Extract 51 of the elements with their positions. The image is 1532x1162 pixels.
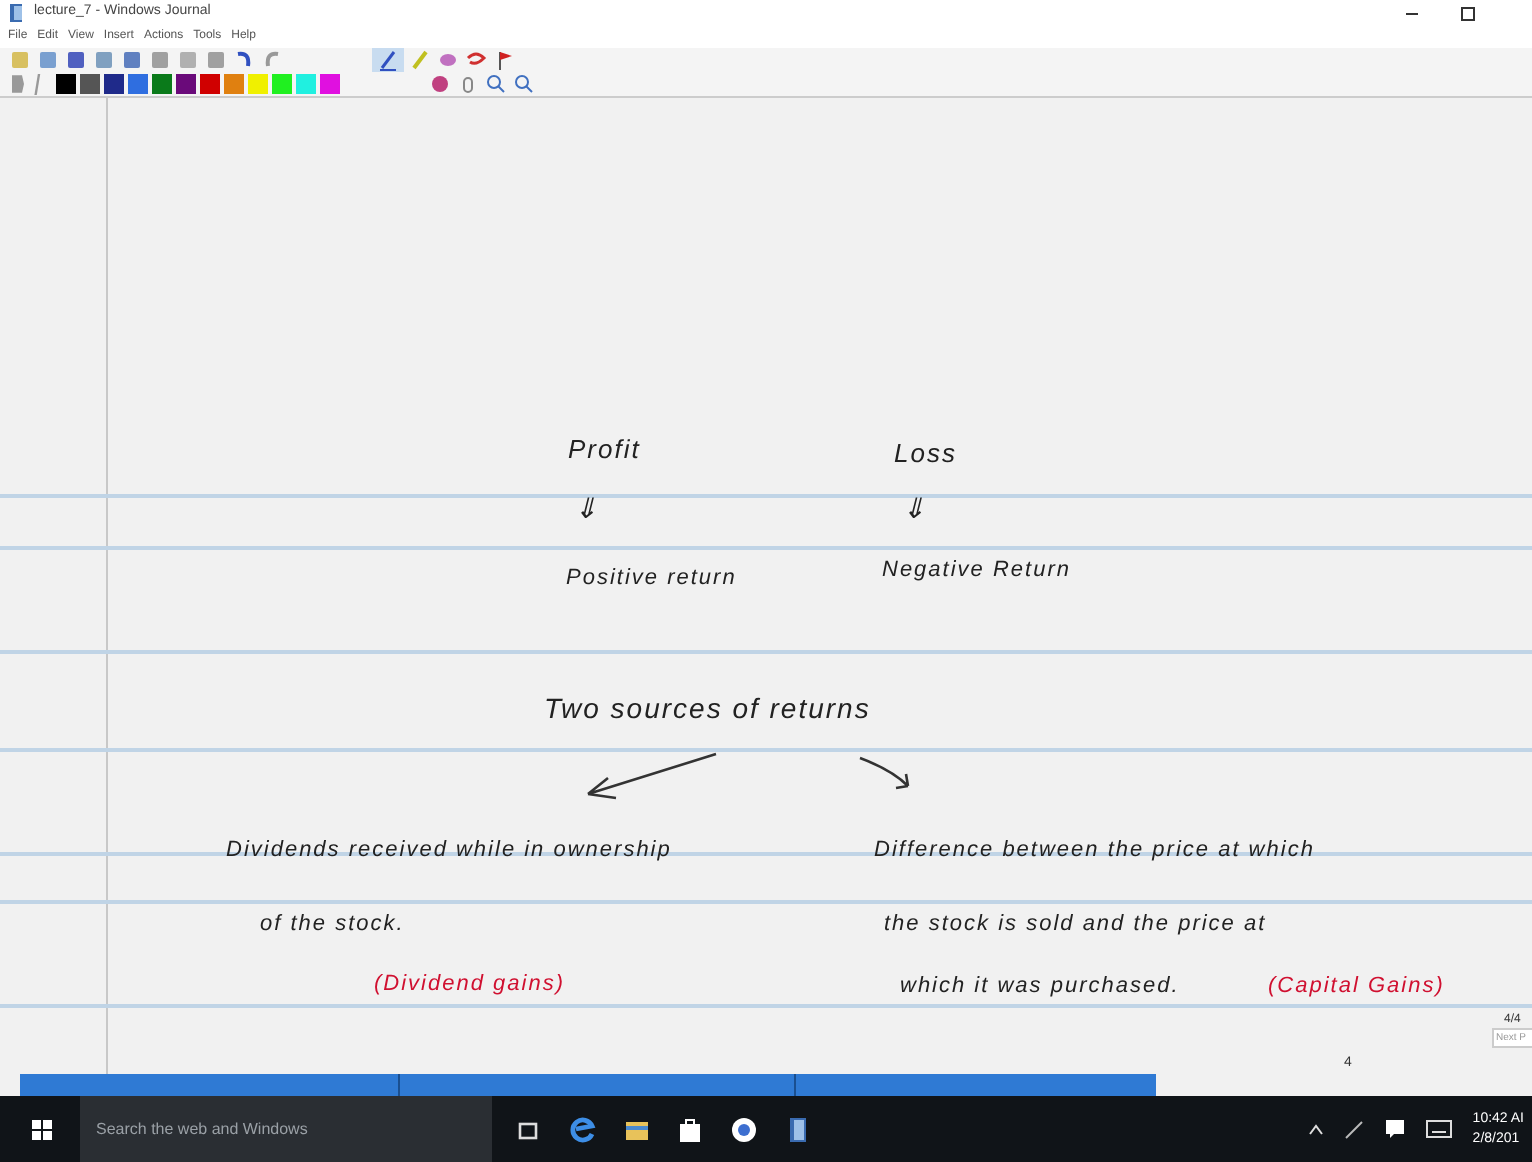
handwritten-note: Negative Return <box>882 556 1071 586</box>
handwritten-note: Dividends received while in ownership <box>226 836 672 866</box>
eraser-icon[interactable] <box>436 48 460 72</box>
color-swatch[interactable] <box>248 74 268 94</box>
chevron-up-icon[interactable] <box>1308 1121 1325 1137</box>
toolbar-icon[interactable] <box>120 48 144 72</box>
color-swatch[interactable] <box>224 74 244 94</box>
color-swatch[interactable] <box>152 74 172 94</box>
journal-app-icon[interactable] <box>786 1115 810 1143</box>
color-swatch[interactable] <box>56 74 76 94</box>
pen-button[interactable] <box>372 48 404 72</box>
handwritten-note: ⇓ <box>574 490 600 528</box>
windows-start-icon[interactable] <box>32 1119 52 1139</box>
color-swatch[interactable] <box>296 74 316 94</box>
handwritten-note: Positive return <box>566 564 737 594</box>
shopping-bag-icon[interactable] <box>678 1116 702 1142</box>
message-icon[interactable] <box>1384 1118 1407 1140</box>
color-swatch[interactable] <box>128 74 148 94</box>
color-swatch[interactable] <box>176 74 196 94</box>
network-icon[interactable] <box>1344 1119 1365 1139</box>
handwritten-note: ⇓ <box>902 490 928 528</box>
toolbar-icon[interactable] <box>92 48 116 72</box>
handwritten-note: (Capital Gains) <box>1268 972 1445 1002</box>
handwritten-note: Profit <box>568 432 641 468</box>
handwritten-note: (Dividend gains) <box>374 970 565 1000</box>
maximize-icon[interactable] <box>1460 5 1476 21</box>
folder-icon[interactable] <box>624 1117 650 1141</box>
zoom-in-icon[interactable] <box>484 72 508 96</box>
handwritten-note: the stock is sold and the price at <box>884 910 1267 940</box>
undo-icon[interactable] <box>232 48 256 72</box>
color-swatch[interactable] <box>200 74 220 94</box>
task-view-icon[interactable] <box>516 1117 540 1141</box>
taskbar-search-field[interactable]: Search the web and Windows <box>80 1096 492 1162</box>
toolbar-icon[interactable] <box>148 48 172 72</box>
toolbar-icon[interactable] <box>64 48 88 72</box>
handwritten-note: Difference between the price at which <box>874 836 1315 866</box>
color-swatch[interactable] <box>80 74 100 94</box>
keyboard-icon[interactable] <box>1426 1120 1453 1138</box>
toolbar-icon[interactable] <box>36 48 60 72</box>
app-icon <box>8 4 26 22</box>
edge-browser-icon[interactable] <box>568 1115 596 1143</box>
round-app-icon[interactable] <box>730 1115 758 1143</box>
handwritten-note: of the stock. <box>260 910 405 940</box>
color-swatch[interactable] <box>272 74 292 94</box>
handwritten-note: Loss <box>894 436 957 472</box>
handwritten-note: which it was purchased. <box>900 972 1180 1002</box>
handwritten-note: Two sources of returns <box>544 690 871 728</box>
color-swatch[interactable] <box>320 74 340 94</box>
palette-icon[interactable] <box>428 72 452 96</box>
zoom-out-icon[interactable] <box>512 72 536 96</box>
color-swatch[interactable] <box>104 74 124 94</box>
